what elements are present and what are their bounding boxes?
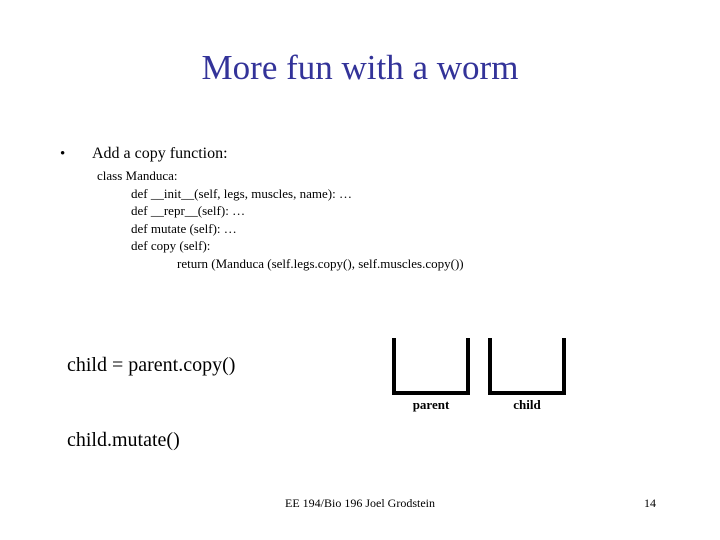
u-shaped-container-icon xyxy=(488,338,566,395)
diagram-box-child: child xyxy=(488,338,566,413)
code-line: def __init__(self, legs, muscles, name):… xyxy=(131,185,352,201)
code-line: def copy (self): xyxy=(131,238,211,253)
slide-title: More fun with a worm xyxy=(201,48,519,87)
code-line: def mutate (self): … xyxy=(131,220,237,236)
bullet-item-label: Add a copy function: xyxy=(92,145,228,162)
code-line: return (Manduca (self.legs.copy(), self.… xyxy=(177,255,464,271)
usage-code-line: child.mutate() xyxy=(67,429,180,451)
slide-footer: EE 194/Bio 196 Joel Grodstein xyxy=(285,496,435,510)
bullet-list-item: • Add a copy function: xyxy=(60,144,228,164)
usage-code-line: child = parent.copy() xyxy=(67,354,236,376)
code-line: class Manduca: xyxy=(97,168,178,183)
code-block: class Manduca: def __init__(self, legs, … xyxy=(97,167,464,272)
usage-code-block: child = parent.copy() child.mutate() xyxy=(67,303,235,503)
u-shaped-container-icon xyxy=(392,338,470,395)
bullet-marker-icon: • xyxy=(60,146,66,162)
page-number: 14 xyxy=(644,496,656,510)
diagram-box-label: parent xyxy=(412,397,450,412)
diagram-box-parent: parent xyxy=(392,338,470,413)
presentation-slide: More fun with a worm • Add a copy functi… xyxy=(0,0,720,540)
code-line: def __repr__(self): … xyxy=(131,203,246,218)
diagram-box-label: child xyxy=(513,397,541,412)
object-diagram: parent child xyxy=(392,338,577,418)
